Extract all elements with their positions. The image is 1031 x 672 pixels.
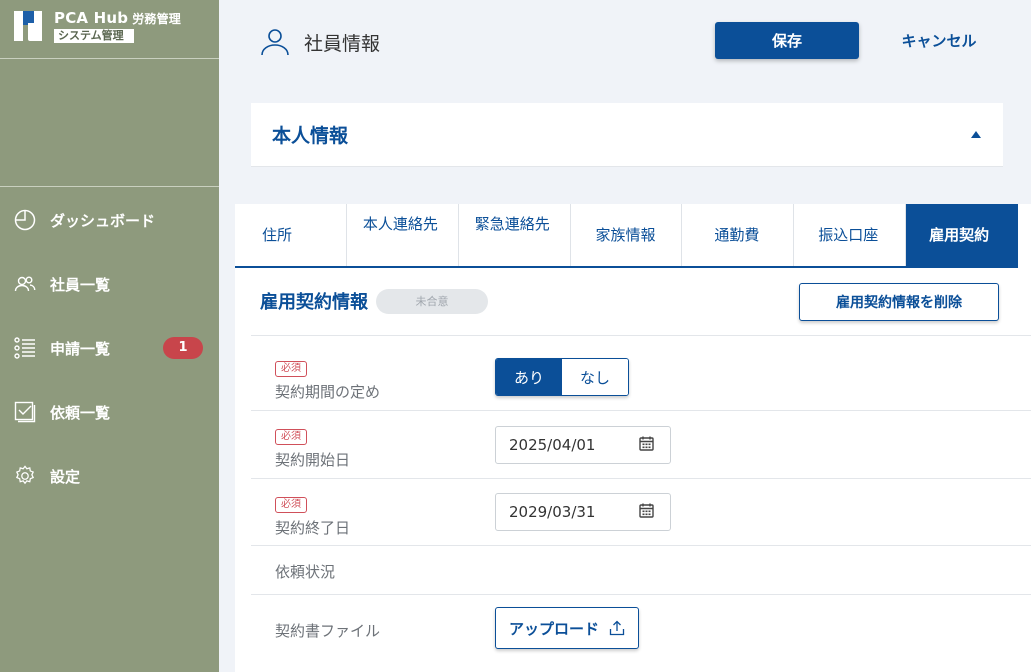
contract-title: 雇用契約情報: [260, 292, 368, 313]
calendar-icon[interactable]: [639, 436, 654, 455]
users-icon: [14, 273, 36, 295]
sidebar-divider: [0, 58, 219, 59]
section-personal-info-header[interactable]: 本人情報: [251, 103, 1003, 167]
sidebar-item-label: ダッシュボード: [50, 211, 156, 230]
tab-label: 本人連絡先: [362, 215, 438, 233]
list-icon: [14, 337, 36, 359]
sidebar-item-label: 設定: [50, 467, 81, 486]
app-logo[interactable]: PCA Hub 労務管理 システム管理: [14, 9, 181, 43]
page-title: 社員情報: [260, 28, 380, 56]
tab-bank-account[interactable]: 振込口座: [794, 204, 907, 266]
upload-button[interactable]: アップロード: [495, 607, 639, 649]
form-row-contract-period: 必須 契約期間の定め あり なし: [251, 335, 1031, 410]
tab-emergency-contact[interactable]: 緊急連絡先: [459, 204, 571, 266]
upload-label: アップロード: [508, 619, 599, 638]
form-row-request-status: 依頼状況: [251, 545, 1031, 594]
sidebar-item-settings[interactable]: 設定: [0, 456, 219, 496]
app-module: 労務管理: [132, 12, 182, 26]
upload-icon: [609, 620, 625, 636]
status-badge: 未合意: [376, 288, 488, 314]
contract-period-toggle: あり なし: [495, 358, 629, 396]
employee-detail-panel: 住所 本人連絡先 緊急連絡先 家族情報 通勤費 振込口座 雇用契約 雇用契約情報…: [235, 204, 1031, 672]
caret-up-icon: [971, 131, 981, 138]
sidebar-item-label: 社員一覧: [50, 275, 111, 294]
tab-label: 緊急連絡先: [474, 215, 550, 233]
gear-icon: [14, 465, 36, 487]
sidebar-divider: [0, 186, 219, 187]
tab-address[interactable]: 住所: [235, 204, 347, 266]
required-badge: 必須: [275, 429, 307, 445]
sidebar-item-employees[interactable]: 社員一覧: [0, 264, 219, 304]
start-date-input[interactable]: 2025/04/01: [495, 426, 671, 464]
form-row-contract-file: 契約書ファイル アップロード: [251, 594, 1031, 672]
save-button[interactable]: 保存: [715, 22, 859, 59]
start-date-value: 2025/04/01: [509, 436, 596, 454]
checklist-icon: [14, 401, 36, 423]
calendar-icon[interactable]: [639, 503, 654, 522]
sidebar-item-requests[interactable]: 依頼一覧: [0, 392, 219, 432]
tab-employment-contract[interactable]: 雇用契約: [906, 204, 1018, 266]
end-date-input[interactable]: 2029/03/31: [495, 493, 671, 531]
field-label: 依頼状況: [275, 563, 336, 581]
user-icon: [260, 28, 290, 56]
option-yes[interactable]: あり: [496, 359, 562, 395]
sidebar-item-dashboard[interactable]: ダッシュボード: [0, 200, 219, 240]
app-name: PCA Hub: [54, 9, 129, 27]
form-row-end-date: 必須 契約終了日 2029/03/31: [251, 478, 1031, 545]
delete-contract-button[interactable]: 雇用契約情報を削除: [799, 283, 999, 321]
sidebar-item-label: 依頼一覧: [50, 403, 111, 422]
sidebar: PCA Hub 労務管理 システム管理 ダッシュボード 社員一覧 申請一覧 1 依…: [0, 0, 219, 672]
field-label: 契約期間の定め: [275, 383, 381, 401]
form-row-start-date: 必須 契約開始日 2025/04/01: [251, 410, 1031, 478]
tab-bar: 住所 本人連絡先 緊急連絡先 家族情報 通勤費 振込口座 雇用契約: [235, 204, 1018, 268]
cancel-button[interactable]: キャンセル: [880, 22, 998, 59]
tab-personal-contact[interactable]: 本人連絡先: [347, 204, 459, 266]
app-tag: システム管理: [54, 29, 134, 43]
pie-chart-icon: [14, 209, 36, 231]
tab-commute[interactable]: 通勤費: [682, 204, 795, 266]
option-no[interactable]: なし: [562, 359, 628, 395]
sidebar-item-applications[interactable]: 申請一覧 1: [0, 328, 219, 368]
end-date-value: 2029/03/31: [509, 503, 596, 521]
tab-family[interactable]: 家族情報: [571, 204, 683, 266]
section-title: 本人情報: [272, 125, 349, 147]
pending-count-badge: 1: [163, 337, 203, 359]
required-badge: 必須: [275, 497, 307, 513]
field-label: 契約書ファイル: [275, 622, 381, 640]
field-label: 契約終了日: [275, 519, 351, 537]
contract-header: 雇用契約情報 未合意: [260, 288, 488, 314]
required-badge: 必須: [275, 361, 307, 377]
sidebar-item-label: 申請一覧: [50, 339, 111, 358]
logo-mark-icon: [14, 9, 44, 43]
field-label: 契約開始日: [275, 451, 351, 469]
page-title-text: 社員情報: [304, 32, 381, 55]
